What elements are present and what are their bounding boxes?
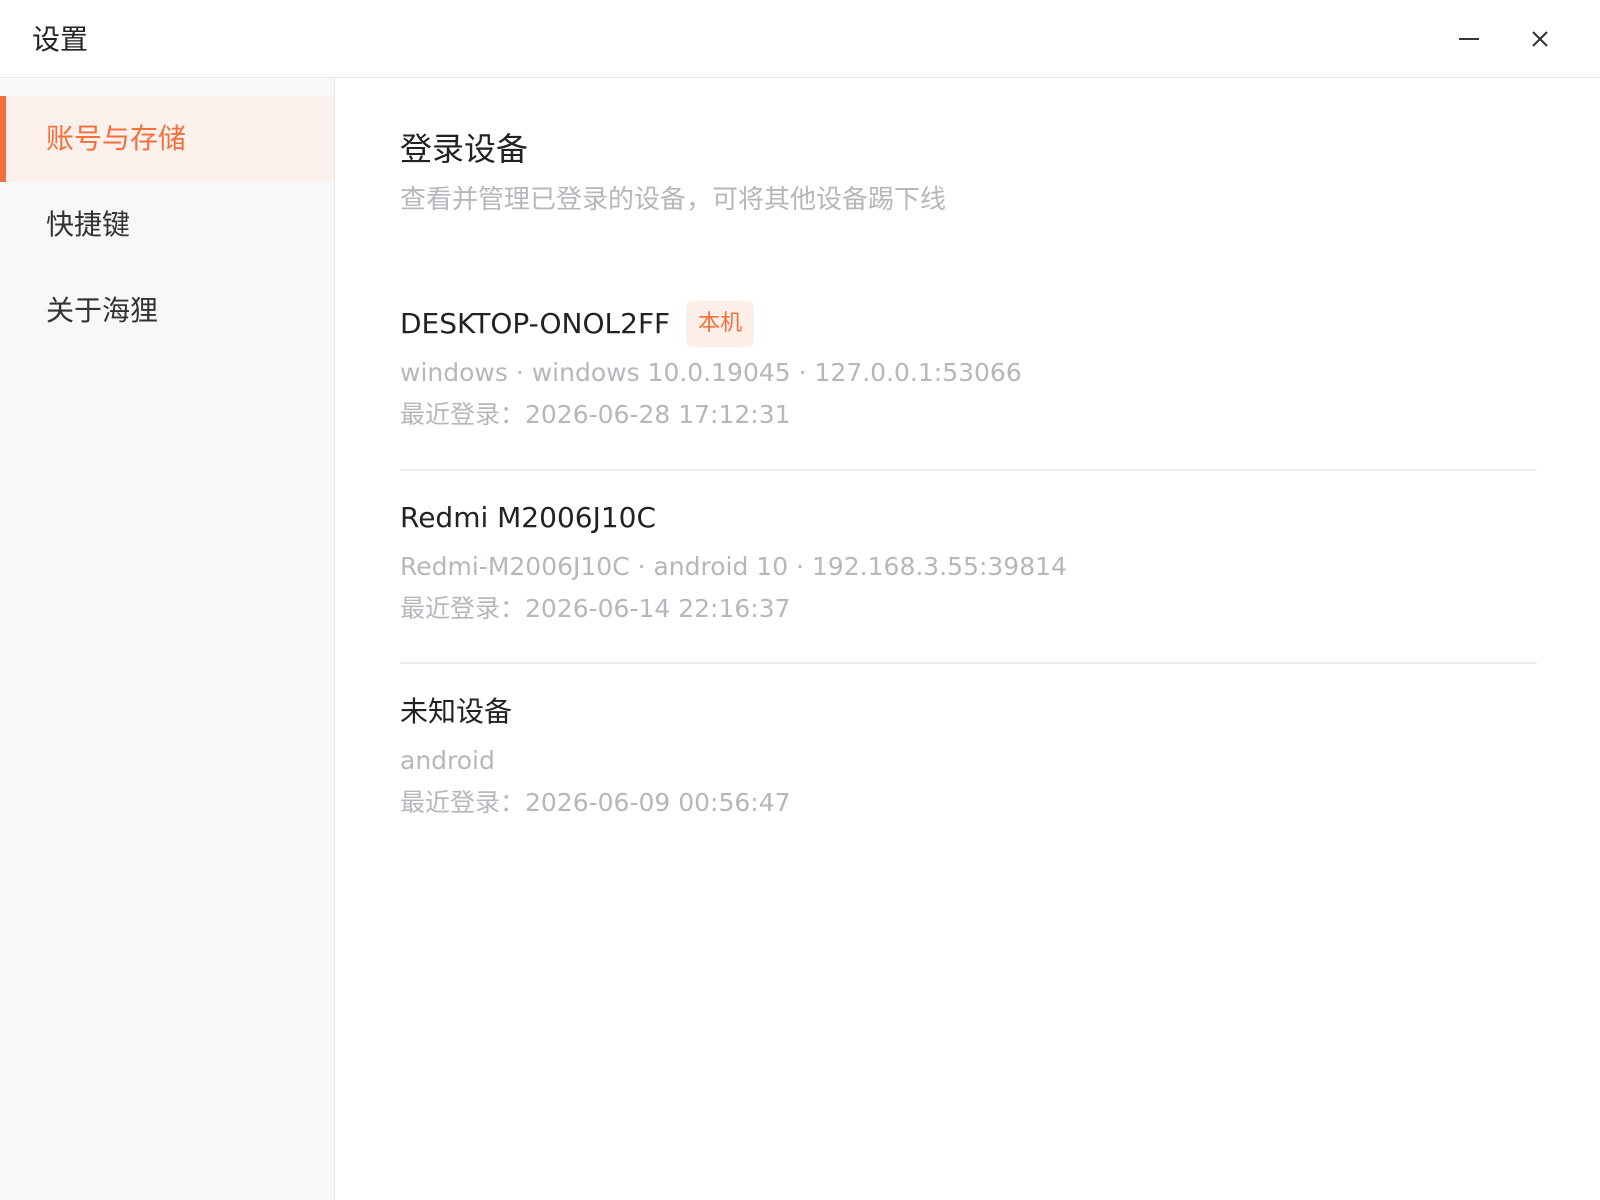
minimize-icon bbox=[1459, 38, 1479, 40]
device-item: DESKTOP-ONOL2FF 本机 windows · windows 10.… bbox=[400, 299, 1537, 433]
device-meta: Redmi-M2006J10C · android 10 · 192.168.3… bbox=[400, 552, 1067, 581]
device-item: Redmi M2006J10C Redmi-M2006J10C · androi… bbox=[400, 493, 1537, 627]
close-icon bbox=[1532, 31, 1548, 47]
device-name-row: 未知设备 bbox=[400, 687, 1537, 737]
close-button[interactable] bbox=[1520, 19, 1560, 59]
title-bar: 设置 bbox=[0, 0, 1600, 78]
device-name-row: DESKTOP-ONOL2FF 本机 bbox=[400, 299, 1537, 349]
device-name: 未知设备 bbox=[400, 695, 513, 728]
main-content: 登录设备 查看并管理已登录的设备，可将其他设备踢下线 DESKTOP-ONOL2… bbox=[335, 78, 1600, 1200]
device-last-login: 最近登录：2026-06-28 17:12:31 bbox=[400, 400, 791, 429]
section-description: 查看并管理已登录的设备，可将其他设备踢下线 bbox=[400, 185, 947, 215]
sidebar-item-about[interactable]: 关于海狸 bbox=[0, 268, 334, 354]
minimize-button[interactable] bbox=[1449, 19, 1489, 59]
device-meta: windows · windows 10.0.19045 · 127.0.0.1… bbox=[400, 358, 1022, 387]
settings-window: 设置 账号与存储 快捷键 关于海狸 登录设备 查看并管理已登录的设备，可将其他设… bbox=[0, 0, 1600, 1200]
current-device-badge: 本机 bbox=[686, 301, 755, 347]
device-name: Redmi M2006J10C bbox=[400, 501, 657, 534]
device-last-login: 最近登录：2026-06-14 22:16:37 bbox=[400, 594, 791, 623]
sidebar-item-account-storage[interactable]: 账号与存储 bbox=[0, 96, 334, 182]
window-title: 设置 bbox=[32, 23, 89, 56]
device-name: DESKTOP-ONOL2FF bbox=[400, 307, 671, 340]
device-item: 未知设备 android 最近登录：2026-06-09 00:56:47 bbox=[400, 687, 1537, 821]
divider bbox=[400, 662, 1537, 664]
section-title: 登录设备 bbox=[400, 130, 529, 168]
device-meta: android bbox=[400, 746, 495, 775]
divider bbox=[400, 469, 1537, 471]
sidebar: 账号与存储 快捷键 关于海狸 bbox=[0, 78, 335, 1200]
device-last-login: 最近登录：2026-06-09 00:56:47 bbox=[400, 788, 791, 817]
sidebar-item-shortcuts[interactable]: 快捷键 bbox=[0, 182, 334, 268]
device-name-row: Redmi M2006J10C bbox=[400, 493, 1537, 543]
